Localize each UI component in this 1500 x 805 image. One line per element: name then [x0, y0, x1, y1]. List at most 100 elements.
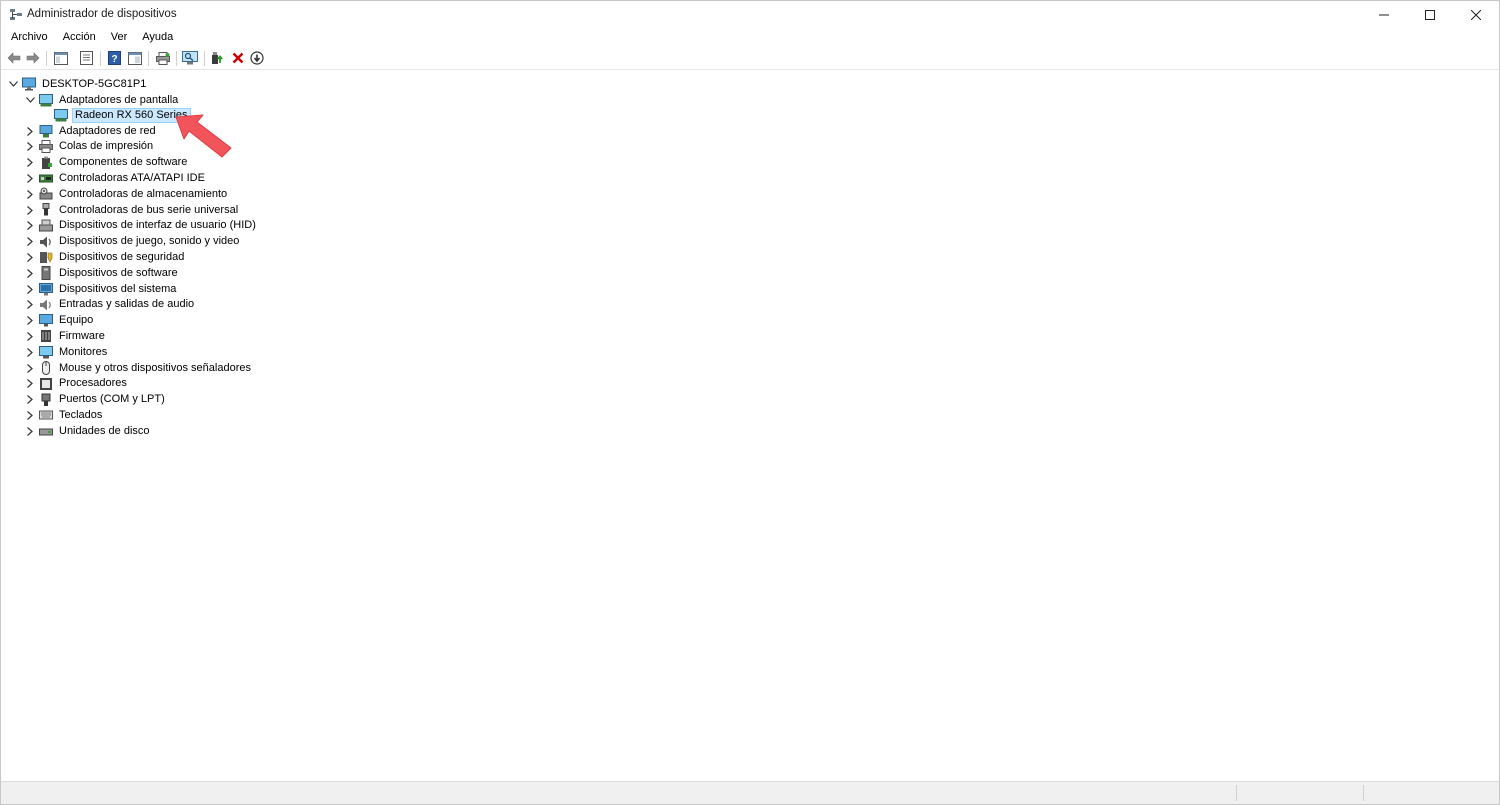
toolbar-separator [176, 51, 177, 66]
chevron-right-icon [27, 300, 33, 310]
tree-category-procesadores[interactable]: Procesadores [25, 376, 129, 392]
tree-expander[interactable] [25, 252, 35, 262]
show-hidden-button[interactable] [126, 50, 143, 66]
tree-category-label: Monitores [59, 345, 108, 358]
tree-expander[interactable] [25, 221, 35, 231]
download-driver-button[interactable] [248, 50, 265, 66]
chevron-right-icon [27, 316, 33, 326]
chevron-right-icon [27, 237, 33, 247]
tree-expander[interactable] [8, 79, 18, 89]
chevron-right-icon [27, 221, 33, 231]
tree-category-mouse-y-otros-dispositivos[interactable]: Mouse y otros dispositivos señaladores [25, 360, 253, 376]
tree-category-puertos-com-y-lpt[interactable]: Puertos (COM y LPT) [25, 392, 167, 408]
tree-expander[interactable] [25, 126, 35, 136]
storage-controller-icon [39, 187, 53, 201]
port-icon [39, 393, 53, 407]
display-adapter-icon [54, 108, 68, 122]
tree-category-controladoras-de-almacenamiento[interactable]: Controladoras de almacenamiento [25, 186, 229, 202]
tree-root[interactable]: DESKTOP-5GC81P1 [8, 76, 148, 92]
tree-category-unidades-de-disco[interactable]: Unidades de disco [25, 423, 152, 439]
tree-category-label: Controladoras de almacenamiento [59, 187, 228, 200]
menu-ver[interactable]: Ver [105, 28, 134, 47]
tree-category-label: Dispositivos de seguridad [59, 250, 185, 263]
tree-expander[interactable] [25, 363, 35, 373]
tree-category-label: Dispositivos del sistema [59, 282, 177, 295]
tree-category-dispositivos-del-sistema[interactable]: Dispositivos del sistema [25, 281, 178, 297]
tree-root-label: DESKTOP-5GC81P1 [42, 77, 147, 90]
tree-category-label: Colas de impresión [59, 140, 154, 153]
status-bar [1, 781, 1499, 804]
tree-category-firmware[interactable]: Firmware [25, 328, 107, 344]
tree-expander[interactable] [25, 300, 35, 310]
chevron-right-icon [27, 173, 33, 183]
tree-category-equipo[interactable]: Equipo [25, 313, 95, 329]
tree-expander[interactable] [25, 237, 35, 247]
tree-category-controladoras-bus-serie-universal[interactable]: Controladoras de bus serie universal [25, 202, 240, 218]
minimize-button[interactable] [1361, 1, 1407, 28]
computer-icon [39, 314, 53, 328]
chevron-right-icon [27, 395, 33, 405]
software-component-icon [39, 156, 53, 170]
close-button[interactable] [1453, 1, 1499, 28]
tree-expander[interactable] [25, 410, 35, 420]
tree-expander[interactable] [25, 189, 35, 199]
back-button[interactable] [5, 50, 22, 66]
chevron-down-icon [8, 81, 18, 87]
tree-category-label: Dispositivos de juego, sonido y video [59, 235, 240, 248]
tree-category-adaptadores-de-red[interactable]: Adaptadores de red [25, 123, 158, 139]
print-button[interactable] [154, 50, 171, 66]
tree-expander[interactable] [25, 426, 35, 436]
tree-category-componentes-de-software[interactable]: Componentes de software [25, 155, 189, 171]
tree-expander[interactable] [25, 95, 35, 105]
help-button[interactable]: ? [106, 50, 123, 66]
tree-expander[interactable] [25, 347, 35, 357]
tree-category-label: Componentes de software [59, 156, 188, 169]
tree-expander[interactable] [25, 316, 35, 326]
mouse-icon [39, 361, 53, 375]
tree-category-label: Adaptadores de pantalla [59, 93, 179, 106]
properties-panel-button[interactable] [52, 50, 69, 66]
tree-device-radeon[interactable]: Radeon RX 560 Series [54, 107, 191, 123]
computer-icon [22, 77, 36, 91]
tree-expander[interactable] [25, 142, 35, 152]
tree-expander[interactable] [25, 158, 35, 168]
tree-category-dispositivos-juego-sonido-video[interactable]: Dispositivos de juego, sonido y video [25, 234, 241, 250]
tree-expander[interactable] [25, 379, 35, 389]
scan-hardware-button[interactable] [181, 50, 198, 66]
tree-category-dispositivos-de-software[interactable]: Dispositivos de software [25, 265, 180, 281]
print-icon [155, 51, 170, 65]
tree-category-dispositivos-interfaz-usuario-hid[interactable]: Dispositivos de interfaz de usuario (HID… [25, 218, 258, 234]
tree-expander[interactable] [25, 173, 35, 183]
tree-expander[interactable] [25, 331, 35, 341]
tree-category-monitores[interactable]: Monitores [25, 344, 109, 360]
firmware-icon [39, 329, 53, 343]
forward-button[interactable] [24, 50, 41, 66]
toolbar-separator [204, 51, 205, 66]
update-driver-button[interactable] [209, 50, 226, 66]
ide-controller-icon [39, 171, 53, 185]
properties-page-button[interactable] [78, 50, 95, 66]
tree-expander[interactable] [25, 395, 35, 405]
device-manager-window: Administrador de dispositivos Archivo Ac… [0, 0, 1500, 805]
tree-category-teclados[interactable]: Teclados [25, 407, 104, 423]
tree-category-controladoras-ata-atapi-ide[interactable]: Controladoras ATA/ATAPI IDE [25, 170, 207, 186]
tree-category-display-adapters[interactable]: Adaptadores de pantalla [25, 92, 180, 108]
chevron-right-icon [27, 252, 33, 262]
scan-hardware-icon [181, 51, 198, 65]
uninstall-device-button[interactable] [229, 50, 246, 66]
chevron-right-icon [27, 205, 33, 215]
tree-category-entradas-y-salidas-de-audio[interactable]: Entradas y salidas de audio [25, 297, 196, 313]
status-divider [1236, 785, 1237, 801]
menu-archivo[interactable]: Archivo [5, 28, 54, 47]
menu-ayuda[interactable]: Ayuda [136, 28, 179, 47]
tree-expander[interactable] [25, 205, 35, 215]
tree-category-colas-de-impresion[interactable]: Colas de impresión [25, 139, 155, 155]
display-adapter-icon [39, 93, 53, 107]
chevron-right-icon [27, 284, 33, 294]
maximize-button[interactable] [1407, 1, 1453, 28]
tree-category-label: Dispositivos de software [59, 266, 178, 279]
tree-expander[interactable] [25, 284, 35, 294]
tree-category-dispositivos-de-seguridad[interactable]: Dispositivos de seguridad [25, 249, 186, 265]
menu-accion[interactable]: Acción [57, 28, 102, 47]
tree-expander[interactable] [25, 268, 35, 278]
